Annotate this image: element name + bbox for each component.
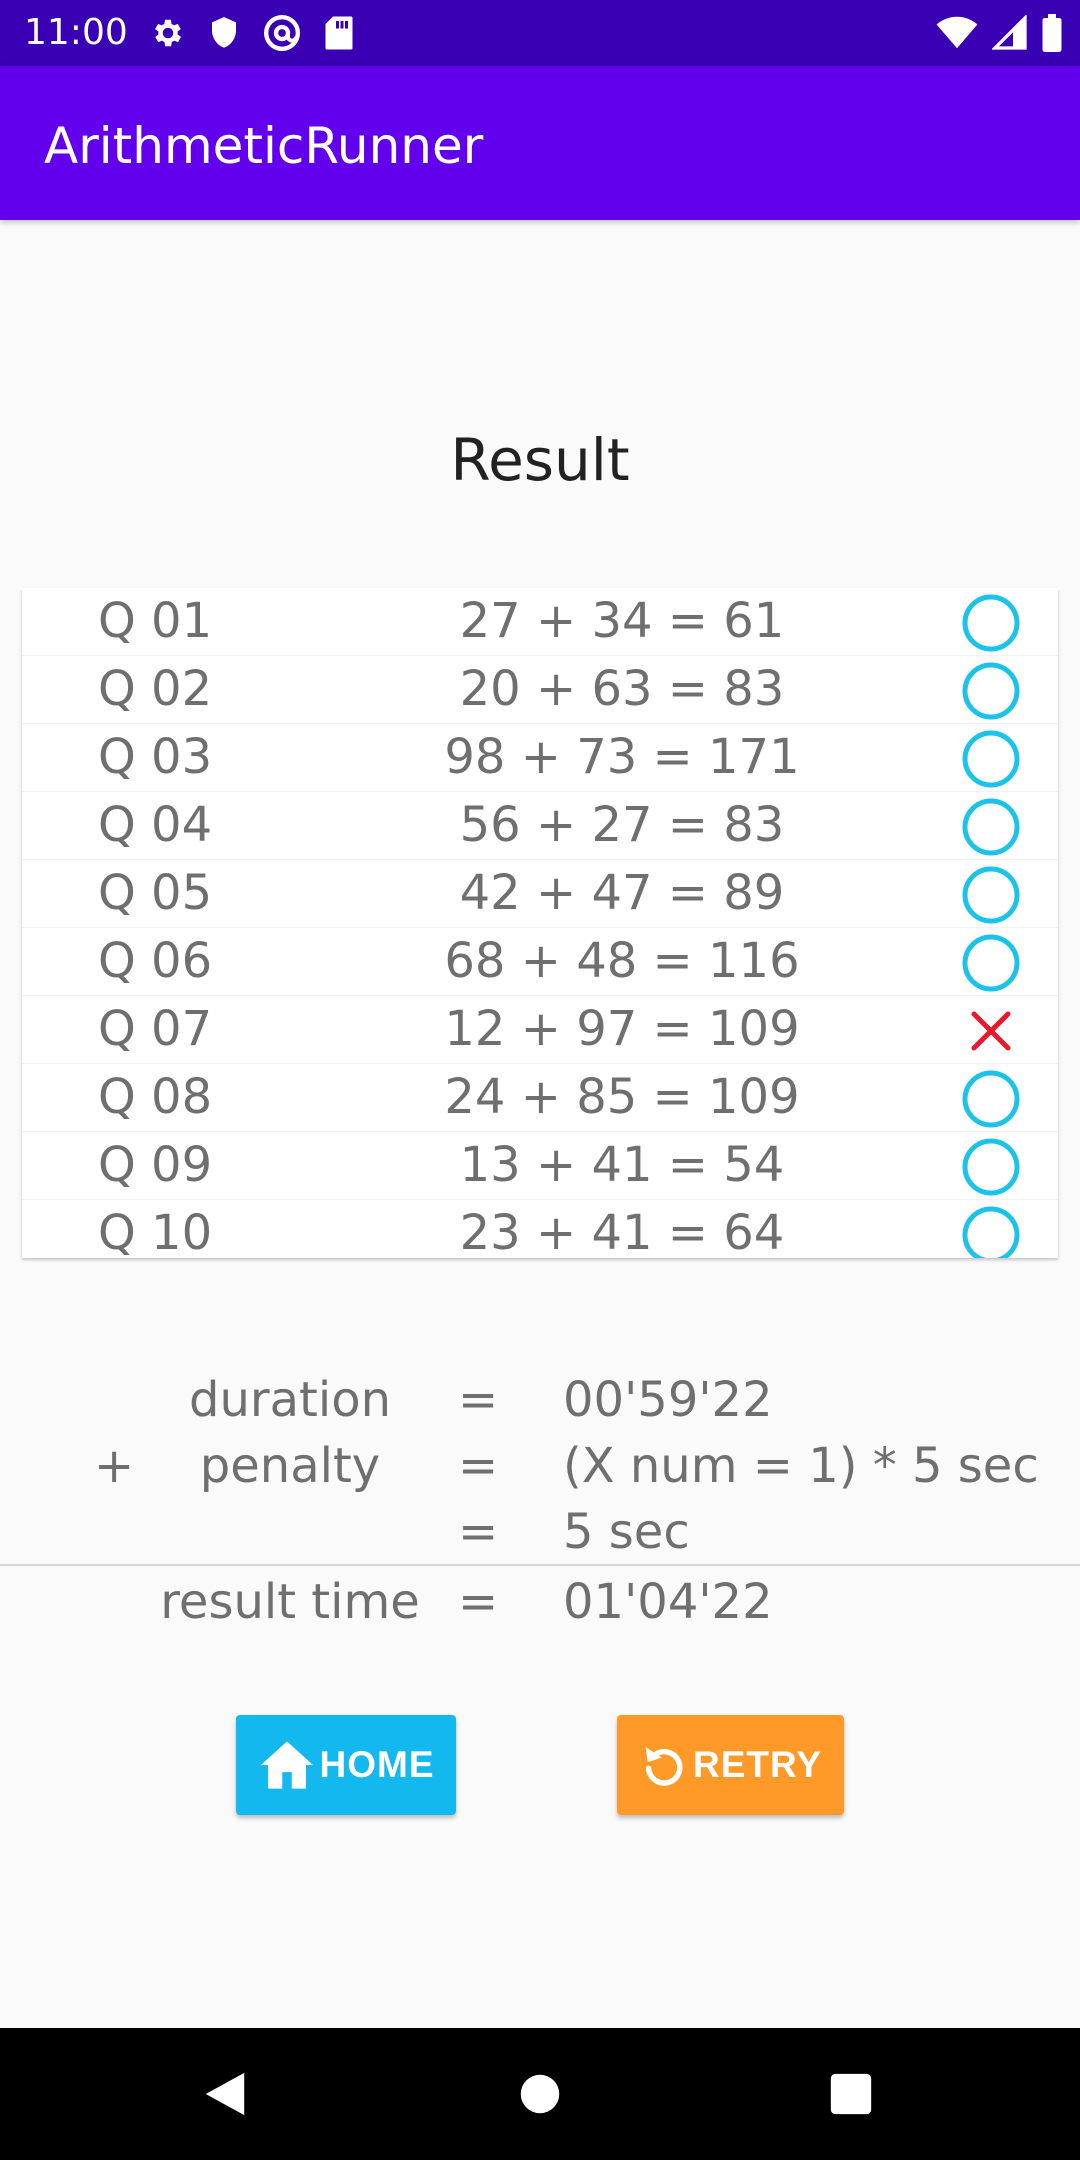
correct-circle-icon — [960, 864, 1022, 926]
correct-circle-icon — [960, 728, 1022, 790]
question-equation: 23 + 41 = 64 — [459, 1205, 785, 1258]
duration-label: duration — [189, 1372, 391, 1428]
question-number: Q 07 — [98, 1001, 213, 1057]
question-number: Q 02 — [98, 661, 213, 717]
correct-circle-icon — [960, 592, 1022, 654]
app-title: ArithmeticRunner — [44, 117, 484, 175]
wifi-icon — [936, 16, 978, 50]
shield-icon — [208, 15, 240, 51]
at-sign-icon — [262, 13, 302, 53]
correct-circle-icon — [960, 660, 1022, 722]
question-equation: 20 + 63 = 83 — [459, 661, 785, 717]
status-bar: 11:00 — [0, 0, 1080, 66]
correct-circle-icon — [960, 796, 1022, 858]
status-time: 11:00 — [24, 12, 128, 53]
page-title: Result — [450, 426, 630, 494]
recents-square-icon[interactable] — [818, 2061, 884, 2127]
result-time-label: result time — [160, 1574, 420, 1630]
result-time-equals: = — [458, 1574, 499, 1630]
result-row: Q 07 12 + 97 = 109 — [22, 996, 1058, 1064]
duration-row: duration = 00'59'22 — [0, 1367, 1080, 1433]
correct-circle-icon — [960, 1068, 1022, 1130]
home-button-label: HOME — [319, 1744, 435, 1785]
retry-button-label: RETRY — [692, 1744, 823, 1785]
back-triangle-icon[interactable] — [192, 2061, 258, 2127]
retry-button[interactable]: RETRY — [617, 1715, 844, 1815]
result-row: Q 01 27 + 34 = 61 — [22, 588, 1058, 656]
question-equation: 12 + 97 = 109 — [444, 1001, 800, 1057]
penalty-equals: = — [458, 1438, 499, 1494]
question-number: Q 01 — [98, 593, 213, 649]
gear-icon — [150, 15, 186, 51]
result-time-row: result time = 01'04'22 — [0, 1569, 1080, 1635]
question-number: Q 08 — [98, 1069, 213, 1125]
home-button[interactable]: HOME — [236, 1715, 456, 1815]
wrong-cross-icon — [960, 1000, 1022, 1062]
duration-equals: = — [458, 1372, 499, 1428]
result-row: Q 06 68 + 48 = 116 — [22, 928, 1058, 996]
penalty-operator: + — [94, 1438, 135, 1494]
question-equation: 98 + 73 = 171 — [444, 729, 800, 785]
correct-circle-icon — [960, 932, 1022, 994]
correct-circle-icon — [960, 1204, 1022, 1258]
penalty-total-value: 5 sec — [563, 1504, 690, 1560]
duration-value: 00'59'22 — [563, 1372, 773, 1428]
question-equation: 56 + 27 = 83 — [459, 797, 785, 853]
home-icon — [258, 1739, 316, 1791]
battery-icon — [1042, 14, 1062, 52]
question-number: Q 09 — [98, 1137, 213, 1193]
question-number: Q 04 — [98, 797, 213, 853]
result-row: Q 02 20 + 63 = 83 — [22, 656, 1058, 724]
question-equation: 68 + 48 = 116 — [444, 933, 800, 989]
question-equation: 13 + 41 = 54 — [459, 1137, 785, 1193]
question-number: Q 03 — [98, 729, 213, 785]
correct-circle-icon — [960, 1136, 1022, 1198]
question-equation: 42 + 47 = 89 — [459, 865, 785, 921]
penalty-label: penalty — [199, 1438, 381, 1494]
question-equation: 24 + 85 = 109 — [444, 1069, 800, 1125]
question-number: Q 06 — [98, 933, 213, 989]
question-number: Q 10 — [98, 1205, 213, 1258]
retry-icon — [639, 1739, 689, 1791]
penalty-row: + penalty = (X num = 1) * 5 sec — [0, 1433, 1080, 1499]
question-equation: 27 + 34 = 61 — [459, 593, 785, 649]
result-row: Q 08 24 + 85 = 109 — [22, 1064, 1058, 1132]
results-list[interactable]: Q 01 27 + 34 = 61 Q 02 20 + 63 = 83 Q 03 98 +… — [22, 588, 1058, 1258]
status-icons-right — [936, 12, 1062, 54]
result-row: Q 03 98 + 73 = 171 — [22, 724, 1058, 792]
app-bar: ArithmeticRunner — [0, 66, 1080, 220]
penalty-total-row: = 5 sec — [0, 1499, 1080, 1565]
home-circle-icon[interactable] — [507, 2061, 573, 2127]
status-icons-left — [150, 13, 354, 53]
penalty-value: (X num = 1) * 5 sec — [563, 1438, 1039, 1494]
cellular-signal-icon — [992, 15, 1028, 51]
result-row: Q 05 42 + 47 = 89 — [22, 860, 1058, 928]
result-row: Q 04 56 + 27 = 83 — [22, 792, 1058, 860]
system-navigation-bar — [0, 2028, 1080, 2160]
result-row: Q 10 23 + 41 = 64 — [22, 1200, 1058, 1258]
summary-divider — [0, 1564, 1080, 1566]
penalty-total-equals: = — [458, 1504, 499, 1560]
result-time-value: 01'04'22 — [563, 1574, 773, 1630]
result-row: Q 09 13 + 41 = 54 — [22, 1132, 1058, 1200]
sd-card-icon — [324, 15, 354, 51]
question-number: Q 05 — [98, 865, 213, 921]
